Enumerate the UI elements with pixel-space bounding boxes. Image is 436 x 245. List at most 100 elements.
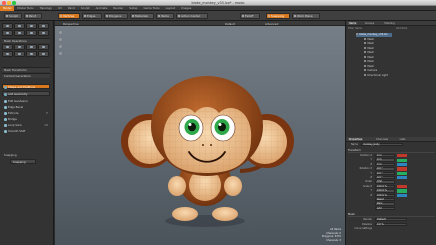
layout-tab-paint[interactable]: Paint: [65, 6, 78, 10]
tool-list-item[interactable]: Smooth Shift: [4, 129, 50, 134]
property-field[interactable]: 0 m: [375, 158, 395, 162]
tool-list-item[interactable]: Loop Slice Alt: [4, 123, 50, 128]
property-row: Position X0 m: [348, 154, 435, 158]
name-field[interactable]: monkey_body: [361, 143, 403, 147]
shape-and-positions-button[interactable]: Shape and Positions: [2, 84, 50, 89]
monkey-right-hand: [224, 176, 242, 196]
rotate-tool-icon[interactable]: [14, 23, 25, 29]
property-field[interactable]: 0.0 °: [375, 167, 395, 171]
cylinder-tool-icon[interactable]: [26, 44, 37, 50]
add-geometry-icon: [4, 93, 7, 96]
add-geometry-button[interactable]: Add Geometry: [2, 91, 50, 96]
properties-tab-channels[interactable]: Channels: [376, 138, 388, 141]
mesh-property-field[interactable]: 0.0 %: [375, 222, 407, 226]
element-move-icon[interactable]: [2, 30, 13, 36]
axis-color-swatch: [397, 176, 407, 180]
plane-tool-icon[interactable]: [26, 51, 37, 57]
scale-tool-icon[interactable]: [26, 23, 37, 29]
cube-tool-icon[interactable]: [2, 44, 13, 50]
materials-mode-button[interactable]: Materials: [130, 13, 154, 19]
sculpt-button[interactable]: Sculpt: [4, 13, 22, 19]
property-field[interactable]: 100.0 %: [375, 189, 395, 193]
materials-icon: [132, 15, 134, 17]
items-tab-groups[interactable]: Groups: [365, 22, 374, 25]
layout-tab-images[interactable]: Images: [178, 6, 194, 10]
property-field[interactable]: Zero: [375, 202, 395, 206]
items-tab-shading[interactable]: Shading: [384, 22, 395, 25]
mesh-property-field[interactable]: Default: [375, 218, 407, 222]
3d-viewport[interactable]: Perspective Default Advanced All Items C…: [55, 21, 345, 245]
items-icon: [158, 15, 160, 17]
snapping-field[interactable]: Snapping: [10, 159, 36, 164]
mesh-transforms-header[interactable]: Mesh Transforms: [2, 67, 50, 72]
twist-tool-icon[interactable]: [38, 30, 49, 36]
property-field[interactable]: Add: [375, 206, 395, 211]
work-plane-dropdown[interactable]: Work Plane: [292, 13, 320, 19]
layout-tab-model-tools[interactable]: Model Tools: [14, 6, 36, 10]
property-field[interactable]: 0.0 °: [375, 171, 395, 175]
content-generators-header[interactable]: Content Generators: [2, 73, 50, 78]
items-tab-items[interactable]: Items: [348, 21, 358, 25]
tree-item[interactable]: Camera: [364, 69, 377, 73]
layout-tab-render[interactable]: Render: [110, 6, 126, 10]
move-tool-icon[interactable]: [2, 23, 13, 29]
property-field[interactable]: Reset: [375, 198, 395, 202]
sphere-tool-icon[interactable]: [14, 44, 25, 50]
layout-tab-animate[interactable]: Animate: [93, 6, 111, 10]
tree-item[interactable]: Mesh: [364, 60, 374, 64]
layout-tab-topology[interactable]: Topology: [37, 6, 55, 10]
tree-item[interactable]: Directional Light: [364, 73, 388, 78]
property-field[interactable]: 0 m: [375, 154, 395, 158]
tree-item[interactable]: Mesh: [364, 37, 374, 42]
property-field[interactable]: XYZ: [375, 180, 395, 184]
pen-tool-icon[interactable]: [38, 44, 49, 50]
push-tool-icon[interactable]: [14, 30, 25, 36]
property-label: Y: [370, 158, 372, 162]
paint-button[interactable]: Paint: [24, 13, 42, 19]
layout-tab-uv[interactable]: UV: [55, 6, 65, 10]
layout-tab-model[interactable]: Model: [0, 5, 15, 11]
tree-item[interactable]: Mesh: [364, 42, 374, 46]
layout-tab-game-tools[interactable]: Game Tools: [140, 6, 162, 10]
tree-item-label: bloke_monkey_v33.lxo: [359, 33, 388, 37]
properties-tab-lists[interactable]: Lists: [400, 138, 406, 141]
items-mode-button[interactable]: Items: [156, 13, 174, 19]
property-row: Z 0.0 °: [348, 176, 435, 180]
property-field[interactable]: 0.0 °: [375, 176, 395, 180]
tree-item[interactable]: Mesh: [364, 55, 374, 60]
property-field[interactable]: 100.0 %: [375, 184, 395, 189]
monkey-left-hand: [168, 176, 186, 196]
property-label: Position X: [360, 154, 372, 157]
layout-tab-layout[interactable]: Layout: [163, 6, 179, 10]
tool-icon: [4, 106, 7, 109]
tool-list-item[interactable]: Edit Geodesics: [4, 99, 50, 104]
falloff-dropdown[interactable]: Falloff: [240, 13, 260, 19]
filter-items-label[interactable]: Filter Items: [348, 27, 362, 31]
transform-tool-icon[interactable]: [38, 23, 49, 29]
edges-mode-button[interactable]: Edges: [82, 13, 102, 19]
tree-item-label: Mesh: [367, 60, 374, 64]
property-field[interactable]: 100.0 %: [375, 193, 395, 197]
curve-tool-icon[interactable]: [2, 51, 13, 57]
properties-tab-properties[interactable]: Properties: [348, 137, 364, 141]
layout-tab-sculpt[interactable]: Sculpt: [78, 6, 93, 10]
add-item-button[interactable]: Add Item: [396, 27, 407, 31]
tool-list-item[interactable]: Edge Bevel: [4, 105, 50, 110]
action-center-dropdown[interactable]: Action Center: [176, 13, 208, 19]
cone-tool-icon[interactable]: [38, 51, 49, 57]
polygons-mode-button[interactable]: Polygons: [104, 13, 128, 19]
layout-tab-setup[interactable]: Setup: [126, 6, 140, 10]
property-field[interactable]: 0 m: [375, 162, 395, 167]
tree-item[interactable]: Mesh: [364, 51, 374, 55]
axis-color-swatch: [397, 193, 407, 198]
vertices-label: Vertices: [63, 14, 75, 18]
smooth-tool-icon[interactable]: [26, 30, 37, 36]
snapping-toggle[interactable]: Snapping: [266, 13, 290, 19]
tool-list-item[interactable]: Bridge: [4, 117, 50, 122]
tree-item[interactable]: Mesh: [364, 64, 374, 69]
tree-item[interactable]: bloke_monkey_v33.lxo: [356, 33, 392, 37]
tool-list-item[interactable]: Extrude E: [4, 111, 50, 116]
vertices-mode-button[interactable]: Vertices: [58, 13, 80, 19]
tree-item[interactable]: Mesh: [364, 46, 374, 51]
torus-tool-icon[interactable]: [14, 51, 25, 57]
